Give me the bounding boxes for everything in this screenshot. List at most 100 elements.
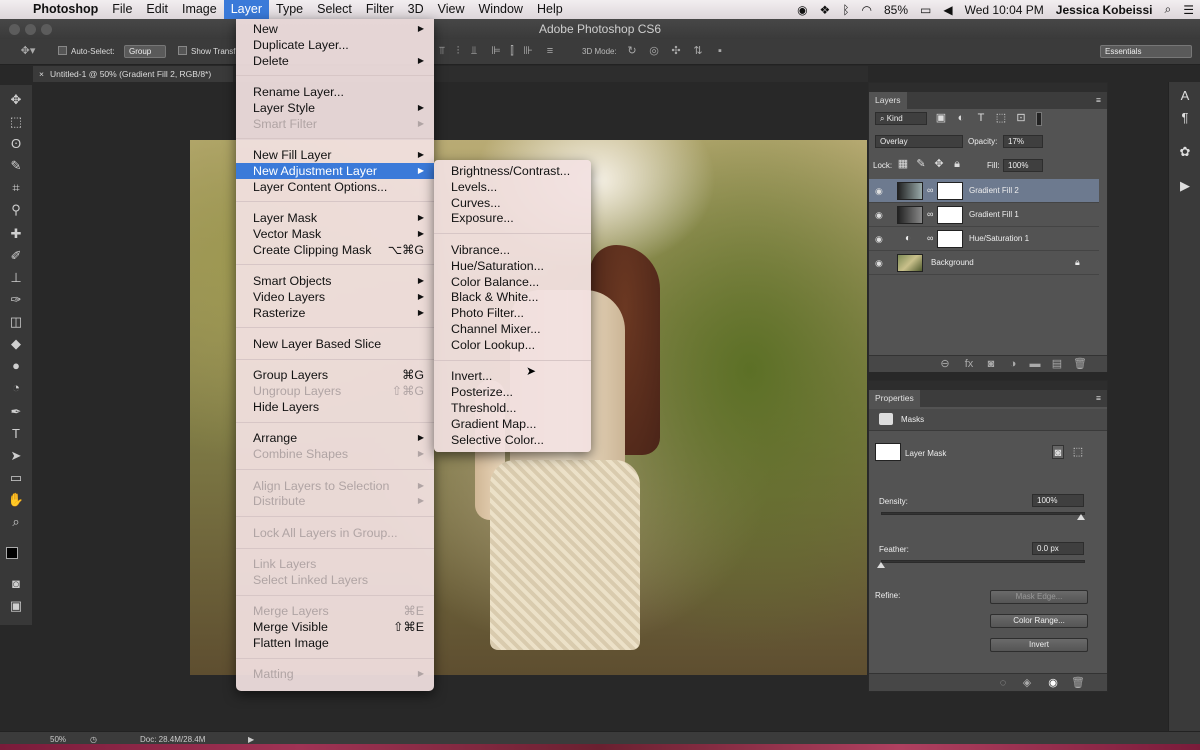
notification-center-icon[interactable]: ☰ xyxy=(1177,3,1200,17)
auto-select-dropdown[interactable]: Group xyxy=(124,45,166,58)
menu-window[interactable]: Window xyxy=(472,0,530,19)
quick-select-tool-icon[interactable]: ✎ xyxy=(7,157,25,175)
battery-icon[interactable]: ▭ xyxy=(914,3,937,17)
actions-panel-icon[interactable]: ▶ xyxy=(1177,178,1193,194)
close-tab-icon[interactable]: × xyxy=(39,69,44,79)
layer-visibility-eye-icon[interactable]: ◉ xyxy=(875,186,887,196)
menu-help[interactable]: Help xyxy=(530,0,570,19)
layer-menu-item-new-layer-based-slice[interactable]: New Layer Based Slice xyxy=(236,336,434,352)
layer-menu-item-new[interactable]: New ▶ xyxy=(236,21,434,37)
density-field[interactable]: 100% xyxy=(1032,494,1084,507)
menu-layer[interactable]: Layer xyxy=(223,0,269,19)
menu-select[interactable]: Select xyxy=(310,0,359,19)
mask-link-icon[interactable]: ∞ xyxy=(927,233,933,243)
type-tool-icon[interactable]: T xyxy=(7,425,25,443)
path-selection-tool-icon[interactable]: ➤ xyxy=(7,447,25,465)
healing-brush-tool-icon[interactable]: ✚ xyxy=(7,225,25,243)
filter-smart-object-icon[interactable]: ⊡ xyxy=(1015,111,1027,125)
density-slider-knob[interactable] xyxy=(1077,514,1085,520)
menu-file[interactable]: File xyxy=(105,0,139,19)
layer-mask-thumbnail[interactable] xyxy=(937,182,963,200)
filter-shape-icon[interactable]: ⬚ xyxy=(995,111,1007,125)
layer-menu-item-rasterize[interactable]: Rasterize ▶ xyxy=(236,305,434,321)
marquee-tool-icon[interactable]: ⬚ xyxy=(7,113,25,131)
invert-mask-button[interactable]: Invert xyxy=(990,638,1088,652)
layer-menu-item-create-clipping-mask[interactable]: Create Clipping Mask ⌥⌘G xyxy=(236,242,434,258)
wifi-icon[interactable]: ◠ xyxy=(856,3,878,17)
delete-layer-icon[interactable]: 🗑︎ xyxy=(1073,357,1087,371)
properties-panel-tab[interactable]: Properties xyxy=(869,390,920,407)
zoom-level[interactable]: 50% xyxy=(50,735,66,744)
adjustment-menu-item-channel-mixer[interactable]: Channel Mixer... xyxy=(434,321,591,337)
add-mask-icon[interactable]: ◙ xyxy=(985,357,997,371)
adjustment-menu-item-gradient-map[interactable]: Gradient Map... xyxy=(434,416,591,432)
record-icon[interactable]: ◉ xyxy=(791,3,813,17)
menu-type[interactable]: Type xyxy=(269,0,310,19)
quick-mask-icon[interactable]: ◙ xyxy=(7,575,25,593)
delete-mask-icon[interactable]: 🗑︎ xyxy=(1071,676,1085,690)
new-layer-icon[interactable]: ▤ xyxy=(1051,357,1063,371)
workspace-switcher[interactable]: Essentials xyxy=(1100,45,1192,58)
adjustment-menu-item-posterize[interactable]: Posterize... xyxy=(434,384,591,400)
3d-slide-icon[interactable]: ⇅ xyxy=(692,44,704,58)
panel-menu-icon[interactable]: ≡ xyxy=(1096,390,1101,407)
auto-select-checkbox[interactable] xyxy=(58,46,67,55)
battery-percent[interactable]: 85% xyxy=(878,3,914,17)
lasso-tool-icon[interactable]: ʘ xyxy=(7,135,25,153)
layer-row[interactable]: ◉ 🔒︎ Background xyxy=(869,251,1099,275)
hand-tool-icon[interactable]: ✋ xyxy=(7,491,25,509)
3d-roll-icon[interactable]: ◎ xyxy=(648,44,660,58)
menu-3d[interactable]: 3D xyxy=(401,0,431,19)
layer-visibility-eye-icon[interactable]: ◉ xyxy=(875,258,887,268)
adjustment-menu-item-selective-color[interactable]: Selective Color... xyxy=(434,432,591,448)
document-tab[interactable]: × Untitled-1 @ 50% (Gradient Fill 2, RGB/… xyxy=(33,66,233,82)
spotlight-search-icon[interactable]: ⌕ xyxy=(1159,2,1178,17)
lock-all-icon[interactable]: 🔒︎ xyxy=(951,157,963,171)
lock-transparent-icon[interactable]: ▦ xyxy=(897,157,909,171)
link-layers-icon[interactable]: ⊖ xyxy=(939,357,951,371)
adjustment-menu-item-hue-saturation[interactable]: Hue/Saturation... xyxy=(434,258,591,274)
select-pixel-mask-icon[interactable]: ◙ xyxy=(1052,445,1064,459)
layer-menu-item-duplicate-layer[interactable]: Duplicate Layer... xyxy=(236,37,434,53)
dodge-tool-icon[interactable]: ◔ xyxy=(7,379,25,397)
menu-app-photoshop[interactable]: Photoshop xyxy=(26,0,105,19)
adjustment-menu-item-photo-filter[interactable]: Photo Filter... xyxy=(434,305,591,321)
filter-type-icon[interactable]: T xyxy=(975,111,987,125)
panel-collapse-strip[interactable] xyxy=(869,381,1107,390)
layers-panel-tab[interactable]: Layers xyxy=(869,92,907,109)
new-group-icon[interactable]: ▬ xyxy=(1029,357,1041,371)
layer-menu-item-rename-layer[interactable]: Rename Layer... xyxy=(236,84,434,100)
adjustment-menu-item-vibrance[interactable]: Vibrance... xyxy=(434,242,591,258)
layer-menu-item-new-adjustment-layer[interactable]: New Adjustment Layer ▶ xyxy=(236,162,434,179)
menu-edit[interactable]: Edit xyxy=(139,0,175,19)
align-top-icon[interactable]: ⫪ xyxy=(436,44,448,58)
align-right-icon[interactable]: ⊪ xyxy=(522,44,534,58)
filter-toggle-switch[interactable] xyxy=(1036,112,1042,126)
layer-menu-item-delete[interactable]: Delete ▶ xyxy=(236,53,434,69)
screen-mode-icon[interactable]: ▣ xyxy=(7,597,25,615)
dropbox-icon[interactable]: ❖ xyxy=(814,3,837,17)
align-bottom-icon[interactable]: ⫫ xyxy=(468,44,480,58)
new-adjustment-icon[interactable]: ◑ xyxy=(1007,357,1019,371)
3d-scale-icon[interactable]: ▪ xyxy=(714,44,726,58)
mask-link-icon[interactable]: ∞ xyxy=(927,209,933,219)
layer-row[interactable]: ◉ ◐ ∞ Hue/Saturation 1 xyxy=(869,227,1099,251)
panel-collapse-strip[interactable] xyxy=(869,83,1107,92)
clone-stamp-tool-icon[interactable]: ⊥ xyxy=(7,269,25,287)
crop-tool-icon[interactable]: ⌗ xyxy=(7,179,25,197)
layer-filter-kind-dropdown[interactable]: ⌕ Kind xyxy=(875,112,927,125)
zoom-tool-icon[interactable]: ⌕ xyxy=(7,513,25,531)
lock-image-icon[interactable]: ✎ xyxy=(915,157,927,171)
layer-row[interactable]: ◉ ∞ Gradient Fill 1 xyxy=(869,203,1099,227)
apply-mask-icon[interactable]: ◈ xyxy=(1021,676,1033,690)
toggle-mask-visibility-icon[interactable]: ◉ xyxy=(1047,676,1059,690)
adjustment-menu-item-exposure[interactable]: Exposure... xyxy=(434,210,591,226)
bluetooth-icon[interactable]: ᛒ xyxy=(836,3,855,17)
3d-drag-icon[interactable]: ✣ xyxy=(670,44,682,58)
color-range-button[interactable]: Color Range... xyxy=(990,614,1088,628)
adjustment-menu-item-color-lookup[interactable]: Color Lookup... xyxy=(434,337,591,353)
layer-menu-item-hide-layers[interactable]: Hide Layers xyxy=(236,399,434,415)
feather-slider[interactable] xyxy=(881,560,1085,563)
align-vcenter-icon[interactable]: ⫶ xyxy=(452,44,464,58)
layer-style-fx-icon[interactable]: fx xyxy=(963,357,975,371)
